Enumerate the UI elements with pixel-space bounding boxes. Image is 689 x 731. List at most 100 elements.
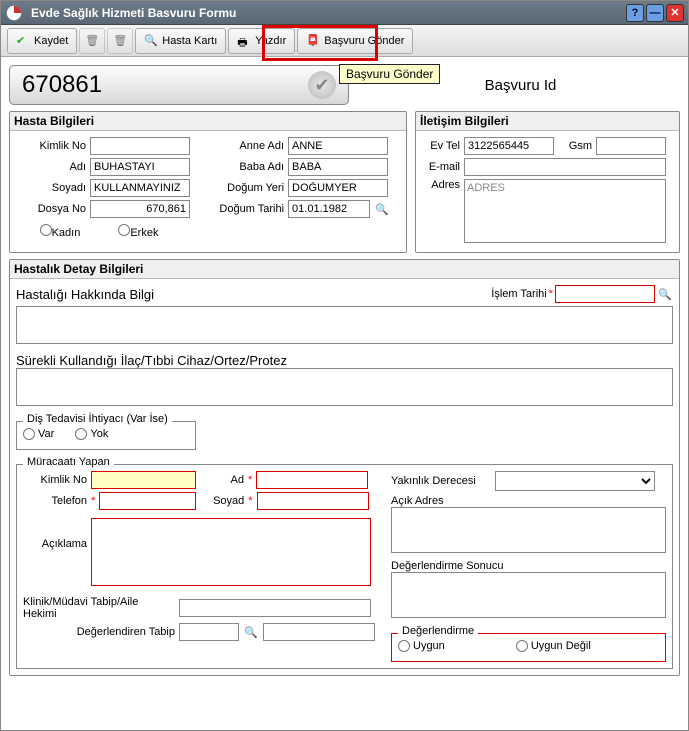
iletisim-section-title: İletişim Bilgileri (416, 112, 679, 131)
acikadres-textarea[interactable] (391, 507, 666, 553)
save-button-label: Kaydet (34, 35, 68, 47)
basvuru-id-value: 670861 (22, 71, 102, 99)
ad-input[interactable] (90, 158, 190, 176)
muracaat-panel: Müracaatı Yapan Kimlik No Ad* Telefon* (16, 464, 673, 669)
degerlendirme-legend: Değerlendirme (398, 625, 478, 637)
dis-legend: Diş Tedavisi İhtiyacı (Var İse) (23, 413, 172, 425)
soyad-label: Soyadı (16, 182, 86, 194)
uygundegil-radio[interactable]: Uygun Değil (516, 640, 591, 652)
mtel-label: Telefon (23, 495, 87, 507)
send-icon: 📮 (306, 34, 320, 48)
degtabip-input[interactable] (179, 623, 239, 641)
anne-label: Anne Adı (206, 140, 284, 152)
mkimlik-label: Kimlik No (23, 474, 87, 486)
degtabip-search-icon[interactable]: 🔍 (243, 624, 259, 640)
titlebar: Evde Sağlık Hizmeti Basvuru Formu ? — ✕ (1, 1, 688, 25)
hasta-karti-button[interactable]: 🔍 Hasta Kartı (135, 28, 226, 54)
basvuru-gonder-label: Başvuru Gönder (324, 35, 404, 47)
hakkinda-textarea[interactable] (16, 306, 673, 344)
email-label: E-mail (422, 161, 460, 173)
baba-input[interactable] (288, 158, 388, 176)
ilac-label: Sürekli Kullandığı İlaç/Tıbbi Cihaz/Orte… (16, 353, 673, 368)
islem-tarihi-search-icon[interactable]: 🔍 (657, 286, 673, 302)
trash-icon: 🗑 (85, 34, 99, 48)
detay-section-title: Hastalık Detay Bilgileri (10, 260, 679, 279)
date-search-icon[interactable]: 🔍 (374, 201, 390, 217)
adres-label: Adres (422, 179, 460, 191)
gsm-input[interactable] (596, 137, 666, 155)
tooltip: Başvuru Gönder (339, 64, 440, 84)
app-logo-icon (5, 4, 23, 22)
aciklama-textarea[interactable] (91, 518, 371, 586)
islem-tarihi-label: İşlem Tarihi (491, 288, 546, 300)
muracaat-legend: Müracaatı Yapan (23, 456, 114, 468)
evtel-input[interactable] (464, 137, 554, 155)
degtabip-name-input[interactable] (263, 623, 375, 641)
basvuru-gonder-button[interactable]: 📮 Başvuru Gönder (297, 28, 413, 54)
yazdir-label: Yazdır (255, 35, 286, 47)
toolbar: ✔ Kaydet 🗑 🗑 🔍 Hasta Kartı 🖶 Yazdır 📮 Ba… (1, 25, 688, 57)
delete2-button[interactable]: 🗑 (107, 28, 133, 54)
iletisim-panel: İletişim Bilgileri Ev Tel Gsm E-mail Adr… (415, 111, 680, 253)
ilac-textarea[interactable] (16, 368, 673, 406)
email-input[interactable] (464, 158, 666, 176)
basvuru-id-box: 670861 ✔ (9, 65, 349, 105)
dosya-input[interactable] (90, 200, 190, 218)
hakkinda-label: Hastalığı Hakkında Bilgi (16, 287, 154, 302)
yakinlik-label: Yakınlık Derecesi (391, 475, 491, 487)
checkmark-icon: ✔ (16, 34, 30, 48)
save-button[interactable]: ✔ Kaydet (7, 28, 77, 54)
detay-panel: Hastalık Detay Bilgileri Hastalığı Hakkı… (9, 259, 680, 676)
dogumtarihi-label: Doğum Tarihi (206, 203, 284, 215)
help-button[interactable]: ? (626, 4, 644, 22)
kadin-radio[interactable]: Kadın (40, 224, 81, 239)
printer-icon: 🖶 (237, 34, 251, 48)
dogumyeri-input[interactable] (288, 179, 388, 197)
dis-yok-radio[interactable]: Yok (75, 428, 108, 440)
baba-label: Baba Adı (206, 161, 284, 173)
erkek-radio[interactable]: Erkek (118, 224, 158, 239)
degsonucu-label: Değerlendirme Sonucu (391, 560, 666, 572)
acikadres-label: Açık Adres (391, 495, 666, 507)
form-content: 670861 ✔ Başvuru Id Hasta Bilgileri Kiml… (1, 57, 688, 684)
mad-input[interactable] (256, 471, 368, 489)
hasta-bilgileri-panel: Hasta Bilgileri Kimlik No Adı Soyadı Dos… (9, 111, 407, 253)
dis-var-radio[interactable]: Var (23, 428, 54, 440)
trash-icon: 🗑 (113, 34, 127, 48)
anne-input[interactable] (288, 137, 388, 155)
mad-label: Ad (200, 474, 244, 486)
hasta-section-title: Hasta Bilgileri (10, 112, 406, 131)
degsonucu-textarea[interactable] (391, 572, 666, 618)
status-check-icon: ✔ (308, 71, 336, 99)
kimlik-input[interactable] (90, 137, 190, 155)
msoyad-label: Soyad (200, 495, 244, 507)
adres-textarea[interactable]: ADRES (464, 179, 666, 243)
islem-tarihi-input[interactable] (555, 285, 655, 303)
yakinlik-select[interactable] (495, 471, 655, 491)
mtel-input[interactable] (99, 492, 196, 510)
evtel-label: Ev Tel (422, 140, 460, 152)
dis-panel: Diş Tedavisi İhtiyacı (Var İse) Var Yok (16, 421, 196, 450)
klinik-input[interactable] (179, 599, 371, 617)
dogumyeri-label: Doğum Yeri (206, 182, 284, 194)
delete-button[interactable]: 🗑 (79, 28, 105, 54)
minimize-button[interactable]: — (646, 4, 664, 22)
yazdir-button[interactable]: 🖶 Yazdır (228, 28, 295, 54)
gsm-label: Gsm (558, 140, 592, 152)
search-icon: 🔍 (144, 34, 158, 48)
aciklama-label: Açıklama (23, 538, 87, 550)
degtabip-label: Değerlendiren Tabip (23, 626, 175, 638)
close-button[interactable]: ✕ (666, 4, 684, 22)
dogumtarihi-input[interactable] (288, 200, 370, 218)
degerlendirme-panel: Değerlendirme Uygun Uygun Değil (391, 633, 666, 662)
kimlik-label: Kimlik No (16, 140, 86, 152)
msoyad-input[interactable] (257, 492, 369, 510)
window-title: Evde Sağlık Hizmeti Basvuru Formu (31, 6, 236, 20)
mkimlik-input[interactable] (91, 471, 196, 489)
uygun-radio[interactable]: Uygun (398, 640, 445, 652)
ad-label: Adı (16, 161, 86, 173)
soyad-input[interactable] (90, 179, 190, 197)
klinik-label: Klinik/Müdavi Tabip/Aile Hekimi (23, 596, 175, 620)
dosya-label: Dosya No (16, 203, 86, 215)
hasta-karti-label: Hasta Kartı (162, 35, 217, 47)
